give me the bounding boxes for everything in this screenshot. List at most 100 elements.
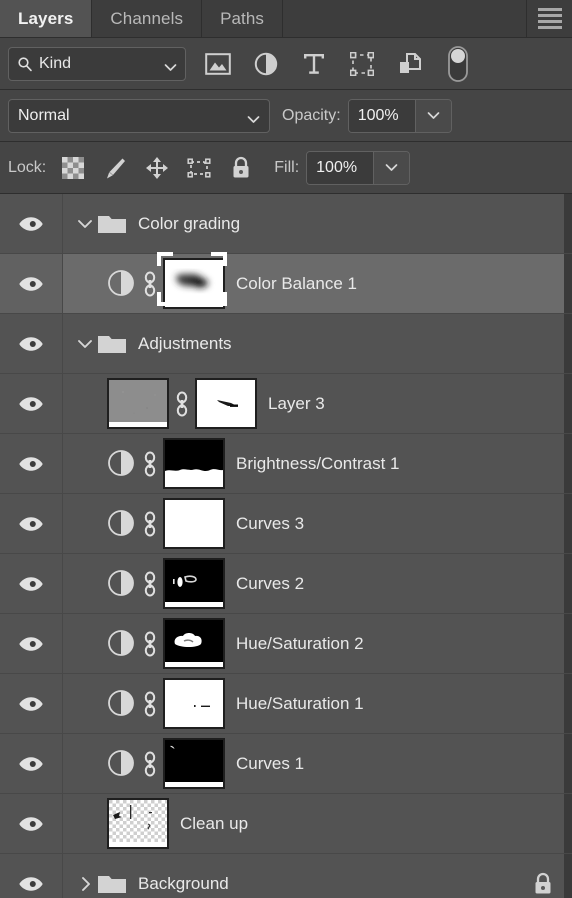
adjustment-half-circle-icon[interactable]: [107, 629, 137, 659]
layer-name[interactable]: Hue/Saturation 1: [236, 694, 364, 714]
visibility-toggle[interactable]: [0, 374, 63, 433]
chevron-down-icon[interactable]: [73, 212, 97, 236]
layer-name[interactable]: Curves 2: [236, 574, 304, 594]
layer-mask-thumbnail-active[interactable]: [157, 252, 227, 309]
image-icon[interactable]: [194, 44, 242, 84]
opacity-stepper-chevron-down-icon[interactable]: [414, 99, 451, 132]
link-mask-icon[interactable]: [137, 571, 163, 597]
link-mask-icon[interactable]: [137, 451, 163, 477]
adjustment-half-circle-icon[interactable]: [242, 44, 290, 84]
adjustment-half-circle-icon[interactable]: [107, 689, 137, 719]
filter-enable-toggle[interactable]: [434, 44, 482, 84]
visibility-toggle[interactable]: [0, 854, 63, 898]
text-t-icon[interactable]: [290, 44, 338, 84]
layer-row-body[interactable]: Background: [63, 854, 572, 898]
tab-layers[interactable]: Layers: [0, 0, 93, 37]
fill-stepper-chevron-down-icon[interactable]: [373, 151, 410, 184]
link-mask-icon[interactable]: [137, 511, 163, 537]
mask-thumbnail[interactable]: [163, 558, 225, 609]
layer-row-layer-3[interactable]: Layer 3: [0, 374, 572, 434]
layer-row-color-grading[interactable]: Color grading: [0, 194, 572, 254]
visibility-toggle[interactable]: [0, 494, 63, 553]
layer-row-hue-saturation-2[interactable]: Hue/Saturation 2: [0, 614, 572, 674]
adjustment-half-circle-icon[interactable]: [107, 269, 137, 299]
layer-name[interactable]: Layer 3: [268, 394, 325, 414]
opacity-field[interactable]: 100%: [347, 98, 452, 133]
layer-row-body[interactable]: Curves 1: [97, 734, 572, 793]
layer-name[interactable]: Curves 3: [236, 514, 304, 534]
layer-row-color-balance-1[interactable]: Color Balance 1: [0, 252, 572, 314]
adjustment-half-circle-icon[interactable]: [107, 749, 137, 779]
visibility-toggle[interactable]: [0, 554, 63, 613]
fill-value[interactable]: 100%: [307, 151, 374, 184]
hamburger-menu-icon[interactable]: [526, 0, 572, 37]
layer-row-curves-1[interactable]: Curves 1: [0, 734, 572, 794]
link-mask-icon[interactable]: [137, 751, 163, 777]
layer-name[interactable]: Brightness/Contrast 1: [236, 454, 399, 474]
link-mask-icon[interactable]: [137, 631, 163, 657]
artboard-icon[interactable]: [178, 148, 220, 188]
layer-name[interactable]: Adjustments: [138, 334, 232, 354]
chevron-down-icon[interactable]: [73, 332, 97, 356]
layer-row-body[interactable]: Curves 2: [97, 554, 572, 613]
layer-name[interactable]: Color Balance 1: [236, 274, 357, 294]
layer-row-body[interactable]: Hue/Saturation 2: [97, 614, 572, 673]
move-arrows-icon[interactable]: [136, 148, 178, 188]
visibility-toggle[interactable]: [0, 614, 63, 673]
layer-row-body[interactable]: Adjustments: [63, 314, 572, 373]
adjustment-half-circle-icon[interactable]: [107, 509, 137, 539]
layer-row-body[interactable]: Color grading: [63, 194, 572, 253]
layer-list[interactable]: Color grading Color Balance 1 Adjustment…: [0, 194, 572, 898]
visibility-toggle[interactable]: [0, 674, 63, 733]
filter-kind-dropdown[interactable]: Kind: [8, 46, 186, 81]
layer-row-brightness-contrast-1[interactable]: Brightness/Contrast 1: [0, 434, 572, 494]
layer-row-body[interactable]: Brightness/Contrast 1: [97, 434, 572, 493]
layer-row-hue-saturation-1[interactable]: Hue/Saturation 1: [0, 674, 572, 734]
tab-paths[interactable]: Paths: [202, 0, 284, 37]
layer-thumbnail[interactable]: [107, 798, 169, 849]
chevron-right-icon[interactable]: [73, 872, 97, 896]
padlock-icon[interactable]: [220, 148, 262, 188]
mask-thumbnail[interactable]: [195, 378, 257, 429]
checkerboard-icon[interactable]: [52, 148, 94, 188]
visibility-toggle[interactable]: [0, 434, 63, 493]
blend-mode-dropdown[interactable]: Normal: [8, 98, 270, 133]
visibility-toggle[interactable]: [0, 794, 63, 853]
layer-name[interactable]: Hue/Saturation 2: [236, 634, 364, 654]
mask-thumbnail[interactable]: [163, 738, 225, 789]
opacity-value[interactable]: 100%: [348, 99, 415, 132]
layer-name[interactable]: Background: [138, 874, 229, 894]
mask-thumbnail[interactable]: [163, 678, 225, 729]
smart-object-icon[interactable]: [386, 44, 434, 84]
layer-row-curves-2[interactable]: Curves 2: [0, 554, 572, 614]
link-mask-icon[interactable]: [137, 271, 163, 297]
layer-row-body[interactable]: Color Balance 1: [97, 252, 572, 313]
brush-icon[interactable]: [94, 148, 136, 188]
shape-bounding-box-icon[interactable]: [338, 44, 386, 84]
adjustment-half-circle-icon[interactable]: [107, 569, 137, 599]
mask-thumbnail[interactable]: [163, 618, 225, 669]
layer-row-background[interactable]: Background: [0, 854, 572, 898]
layer-row-adjustments[interactable]: Adjustments: [0, 314, 572, 374]
mask-thumbnail[interactable]: [163, 258, 225, 309]
layer-name[interactable]: Curves 1: [236, 754, 304, 774]
layer-name[interactable]: Color grading: [138, 214, 240, 234]
visibility-toggle[interactable]: [0, 734, 63, 793]
layer-row-clean-up[interactable]: Clean up: [0, 794, 572, 854]
layer-name[interactable]: Clean up: [180, 814, 248, 834]
visibility-toggle[interactable]: [0, 314, 63, 373]
visibility-toggle[interactable]: [0, 254, 63, 313]
visibility-toggle[interactable]: [0, 194, 63, 253]
layer-row-body[interactable]: Hue/Saturation 1: [97, 674, 572, 733]
link-mask-icon[interactable]: [169, 391, 195, 417]
layer-thumbnail[interactable]: [107, 378, 169, 429]
link-mask-icon[interactable]: [137, 691, 163, 717]
tab-channels[interactable]: Channels: [92, 0, 203, 37]
adjustment-half-circle-icon[interactable]: [107, 449, 137, 479]
mask-thumbnail[interactable]: [163, 498, 225, 549]
layer-row-body[interactable]: Curves 3: [97, 494, 572, 553]
fill-field[interactable]: 100%: [306, 150, 411, 185]
mask-thumbnail[interactable]: [163, 438, 225, 489]
layer-row-curves-3[interactable]: Curves 3: [0, 494, 572, 554]
layer-row-body[interactable]: Clean up: [97, 794, 572, 853]
